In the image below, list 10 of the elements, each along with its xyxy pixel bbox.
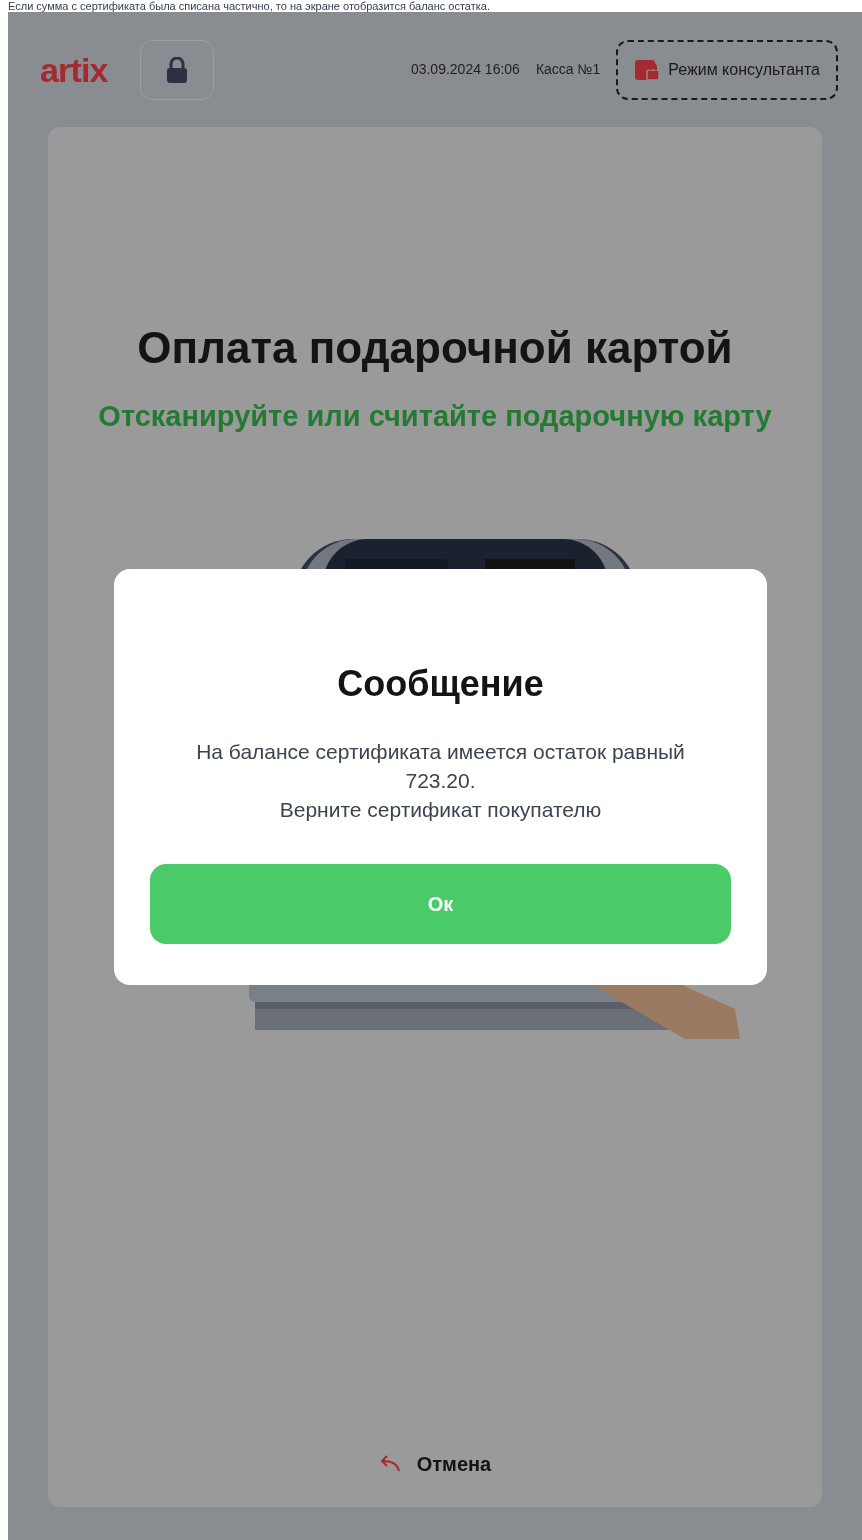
- logo: artix: [40, 52, 108, 87]
- caption-text: Если сумма с сертификата была списана частично, то на экране отобразится баланс остатка.: [8, 0, 491, 12]
- register-label: Касса №1: [535, 60, 601, 79]
- screen-title: Оплата подарочной картой: [137, 322, 733, 374]
- date-time: 03.09.2024 16:06: [410, 60, 520, 79]
- consultant-mode-button[interactable]: Режим консультанта: [616, 39, 838, 100]
- screen-subtitle: Отсканируйте или считайте подарочную карту: [98, 399, 772, 434]
- dialog-title: Сообщение: [337, 662, 544, 706]
- dialog-message: На балансе сертификата имеется остаток равный 723.20. Верните сертификат покупателю: [196, 739, 685, 823]
- cancel-button[interactable]: Отмена: [378, 1449, 492, 1479]
